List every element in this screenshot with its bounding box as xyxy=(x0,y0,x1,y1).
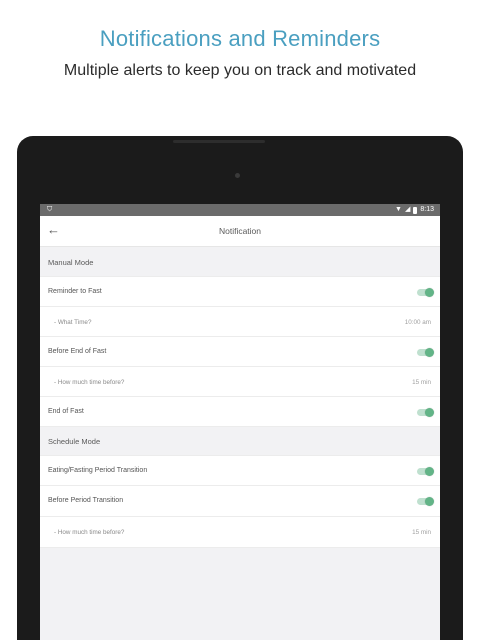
signal-icon: ◢ xyxy=(404,206,411,213)
status-bar: ⛉ ▼ ◢ 8:13 xyxy=(40,204,440,216)
setting-label: - How much time before? xyxy=(54,529,125,536)
shield-icon: ⛉ xyxy=(47,206,53,213)
setting-value: 15 min xyxy=(412,379,431,386)
eating-fasting-transition-toggle[interactable] xyxy=(417,467,434,476)
battery-icon xyxy=(413,206,418,214)
toggle-knob xyxy=(425,288,434,297)
setting-before-period-transition[interactable]: Before Period Transition xyxy=(40,486,440,517)
page-title: Notification xyxy=(218,226,262,236)
before-period-transition-toggle[interactable] xyxy=(417,497,434,506)
section-header-label: Manual Mode xyxy=(48,258,94,267)
app-bar: ← Notification xyxy=(40,216,440,247)
setting-label: Before Period Transition xyxy=(48,497,124,504)
setting-label: Before End of Fast xyxy=(48,348,107,355)
setting-before-end-of-fast[interactable]: Before End of Fast xyxy=(40,337,440,367)
section-schedule-mode: Schedule Mode xyxy=(40,427,440,456)
front-camera xyxy=(235,173,240,178)
setting-how-much-time-before[interactable]: - How much time before? 15 min xyxy=(40,367,440,397)
status-time: 8:13 xyxy=(420,206,434,213)
status-icons: ▼ ◢ 8:13 xyxy=(395,206,434,214)
setting-how-much-time-before-transition[interactable]: - How much time before? 15 min xyxy=(40,517,440,548)
setting-label: - What Time? xyxy=(54,319,92,326)
toggle-knob xyxy=(425,408,434,417)
setting-label: Reminder to Fast xyxy=(48,288,102,295)
toggle-knob xyxy=(425,348,434,357)
promo-headline: Notifications and Reminders xyxy=(99,26,381,51)
setting-end-of-fast[interactable]: End of Fast xyxy=(40,397,440,427)
before-end-of-fast-toggle[interactable] xyxy=(417,348,434,357)
setting-reminder-to-fast[interactable]: Reminder to Fast xyxy=(40,277,440,307)
setting-value: 10:00 am xyxy=(404,319,431,326)
promo-subheadline: Multiple alerts to keep you on track and… xyxy=(63,62,417,79)
reminder-to-fast-toggle[interactable] xyxy=(417,288,434,297)
setting-eating-fasting-transition[interactable]: Eating/Fasting Period Transition xyxy=(40,456,440,486)
setting-what-time[interactable]: - What Time? 10:00 am xyxy=(40,307,440,337)
tablet-device-frame: ⛉ ▼ ◢ 8:13 ← Notification Manual Mode Re… xyxy=(17,136,463,640)
wifi-icon: ▼ xyxy=(395,206,402,213)
speaker-grille xyxy=(173,140,265,143)
setting-label: Eating/Fasting Period Transition xyxy=(48,467,148,474)
toggle-knob xyxy=(425,497,434,506)
toggle-knob xyxy=(425,467,434,476)
end-of-fast-toggle[interactable] xyxy=(417,408,434,417)
setting-label: - How much time before? xyxy=(54,379,125,386)
section-manual-mode: Manual Mode xyxy=(40,247,440,277)
section-header-label: Schedule Mode xyxy=(48,437,101,446)
app-screen: ⛉ ▼ ◢ 8:13 ← Notification Manual Mode Re… xyxy=(40,204,440,640)
setting-label: End of Fast xyxy=(48,408,84,415)
setting-value: 15 min xyxy=(412,529,431,536)
